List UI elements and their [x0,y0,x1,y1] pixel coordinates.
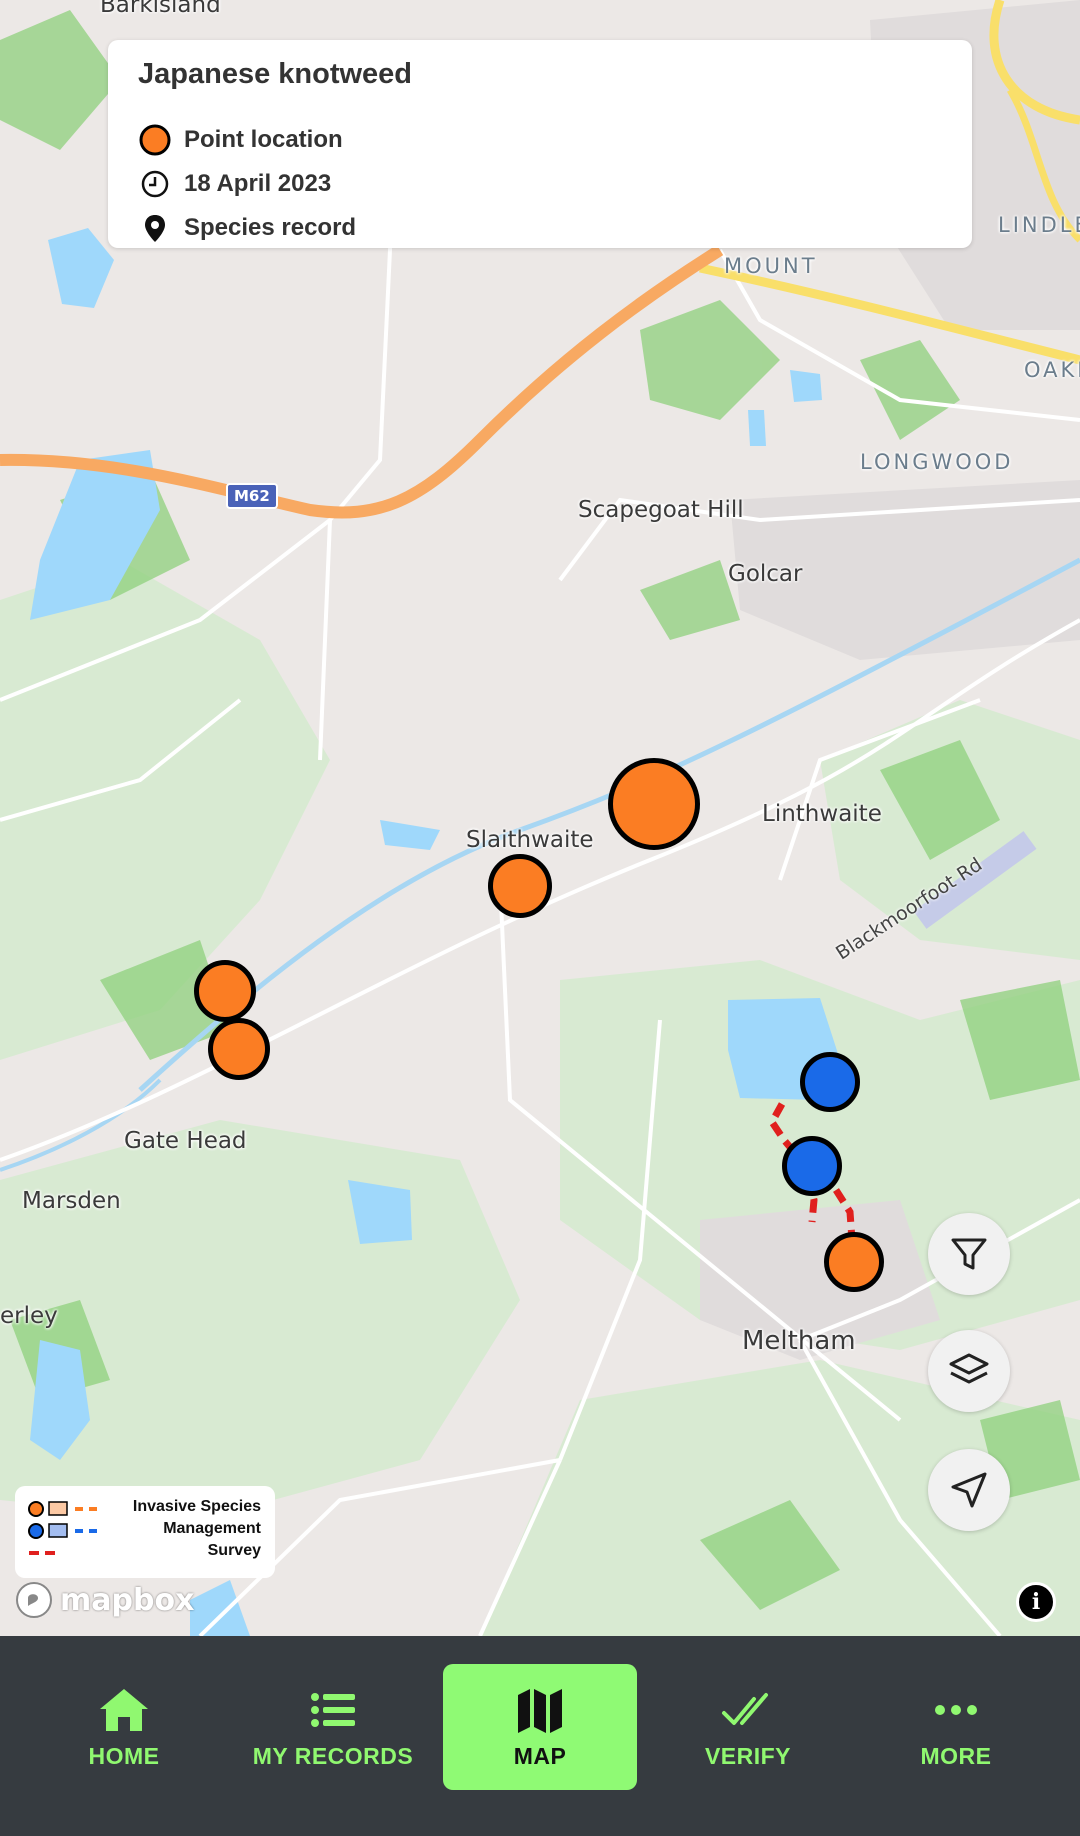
place-label: Barkisland [100,0,221,18]
record-marker[interactable] [800,1052,860,1112]
home-icon [100,1688,148,1731]
tab-my-records[interactable]: MY RECORDS [236,1664,430,1790]
tab-label: VERIFY [704,1742,792,1769]
district-label: LINDLE [998,213,1080,237]
map-legend: Invasive Species Management Survey [15,1486,275,1578]
record-type: Species record [184,214,357,241]
place-label: Linthwaite [762,801,882,827]
record-marker[interactable] [488,854,552,918]
orange-dot-icon [138,123,172,157]
legend-label: Management [163,1520,261,1537]
place-label: erley [0,1303,58,1329]
tab-label: HOME [88,1742,160,1769]
place-label: Meltham [742,1326,856,1356]
tab-label: MY RECORDS [252,1742,414,1769]
record-marker[interactable] [782,1136,842,1196]
double-check-icon [722,1692,768,1725]
place-label: Slaithwaite [466,827,594,853]
tab-more[interactable]: MORE [859,1664,1053,1790]
place-label: Golcar [728,561,803,587]
layers-button[interactable] [928,1330,1010,1412]
mapbox-wordmark: mapbox [60,1582,195,1618]
place-label: Scapegoat Hill [578,497,744,523]
mapbox-mark-icon [16,1582,52,1618]
date-row: 18 April 2023 [138,166,331,202]
record-marker[interactable] [824,1232,884,1292]
more-dots-icon [935,1704,977,1715]
place-label: Gate Head [124,1128,247,1154]
record-title: Japanese knotweed [138,58,412,90]
record-marker[interactable] [208,1018,270,1080]
map-pin-icon [138,211,172,245]
legend-label: Survey [207,1542,261,1559]
map-icon [518,1688,562,1733]
locate-arrow-icon [951,1472,987,1508]
geometry-row: Point location [138,122,343,158]
locate-button[interactable] [928,1449,1010,1531]
filter-button[interactable] [928,1213,1010,1295]
record-date: 18 April 2023 [184,170,332,197]
attribution-info-button[interactable]: i [1016,1582,1056,1622]
record-marker[interactable] [194,960,256,1022]
legend-swatches [28,1501,97,1555]
clock-icon [138,167,172,201]
record-info-card[interactable]: Japanese knotweed Point location 18 Apri… [108,40,972,248]
tab-home[interactable]: HOME [27,1664,221,1790]
mapbox-logo[interactable]: mapbox [14,1580,194,1620]
tab-label: MORE [920,1742,992,1769]
type-row: Species record [138,210,356,246]
tab-label: MAP [513,1742,567,1769]
legend-label: Invasive Species [132,1498,261,1515]
map-view[interactable]: Barkisland Scapegoat Hill Golcar Linthwa… [0,0,1080,1636]
tab-map[interactable]: MAP [443,1664,637,1790]
road-shield: M62 [226,483,278,509]
geometry-label: Point location [184,126,343,153]
district-label: LONGWOOD [860,450,1014,474]
info-icon: i [1031,1589,1041,1615]
place-label: Marsden [22,1188,121,1214]
record-marker-selected[interactable] [608,758,700,850]
list-icon [311,1692,355,1727]
bottom-tab-bar: HOME MY RECORDS MAP VERIFY MORE [0,1636,1080,1836]
tab-verify[interactable]: VERIFY [651,1664,845,1790]
filter-icon [951,1238,987,1270]
layers-icon [949,1353,989,1384]
district-label: OAKI [1024,358,1080,382]
district-label: MOUNT [724,254,818,278]
